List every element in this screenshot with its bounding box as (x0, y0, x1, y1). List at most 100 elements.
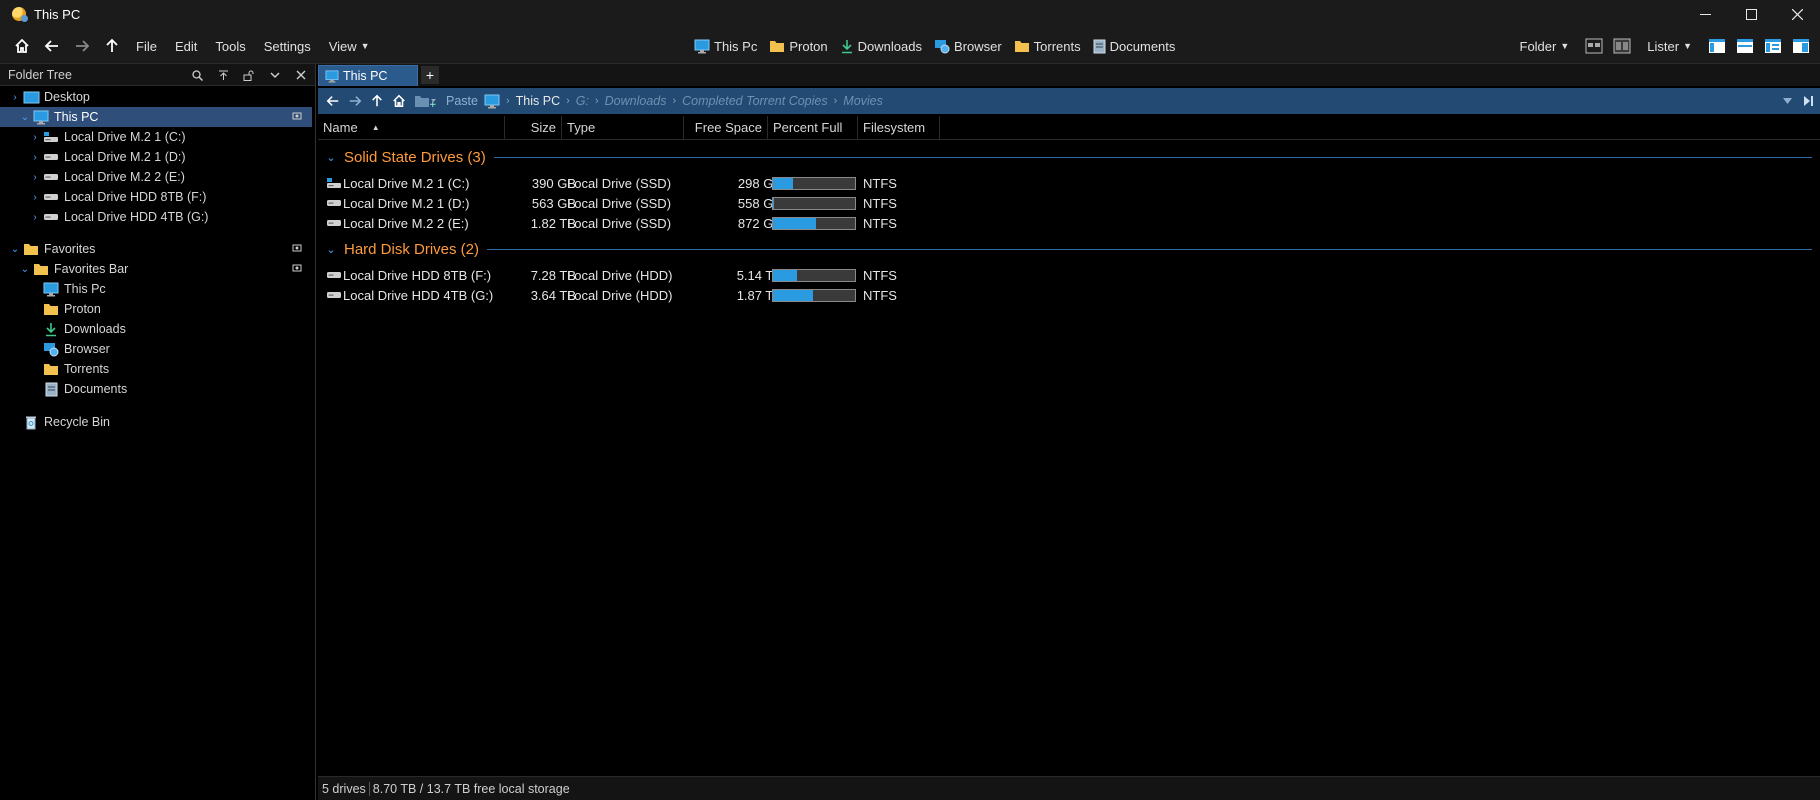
tree-item-recycle-bin[interactable]: Recycle Bin (0, 412, 312, 432)
tree-item-fav-this-pc[interactable]: This Pc (0, 279, 312, 299)
pin-icon[interactable] (292, 242, 304, 257)
tree-search-button[interactable] (187, 69, 207, 81)
chevron-right-icon[interactable]: › (28, 192, 42, 203)
breadcrumb-movies[interactable]: Movies (843, 94, 883, 108)
chevron-right-icon[interactable]: › (28, 132, 42, 143)
tree-close-button[interactable] (291, 70, 311, 80)
tree-item-fav-browser[interactable]: Browser (0, 339, 312, 359)
breadcrumb-completed-torrent-copies[interactable]: Completed Torrent Copies (682, 94, 827, 108)
percent-full-fill (773, 270, 797, 281)
new-tab-button[interactable]: + (421, 66, 439, 84)
column-header-label: Name (323, 120, 358, 135)
column-header-free-space[interactable]: Free Space (684, 115, 768, 140)
drive-filesystem: NTFS (863, 287, 897, 303)
tree-item-this-pc[interactable]: ⌄ This PC (0, 107, 312, 127)
chevron-right-icon[interactable]: › (28, 172, 42, 183)
tree-item-drive-c[interactable]: › Local Drive M.2 1 (C:) (0, 127, 312, 147)
chevron-down-icon[interactable]: ⌄ (322, 151, 340, 164)
menu-file[interactable]: File (128, 32, 165, 60)
paste-button[interactable]: Paste (446, 94, 478, 108)
maximize-button[interactable] (1728, 0, 1774, 28)
column-header-percent-full[interactable]: Percent Full (768, 115, 858, 140)
dual-pane-button[interactable] (1611, 35, 1633, 57)
tree-item-label: Favorites Bar (54, 262, 129, 276)
tree-item-drive-g[interactable]: › Local Drive HDD 4TB (G:) (0, 207, 312, 227)
drive-filesystem: NTFS (863, 267, 897, 283)
column-header-filesystem[interactable]: Filesystem (858, 115, 940, 140)
menu-settings[interactable]: Settings (256, 32, 319, 60)
back-button[interactable] (38, 32, 66, 60)
group-header-ssd[interactable]: ⌄ Solid State Drives (3) (322, 146, 1812, 168)
tree-item-desktop[interactable]: › Desktop (0, 87, 312, 107)
column-header-size[interactable]: Size (505, 115, 562, 140)
tree-lock-button[interactable] (239, 70, 259, 81)
tab-this-pc[interactable]: This PC (318, 65, 418, 86)
up-button[interactable] (98, 32, 126, 60)
folder-menu[interactable]: Folder ▼ (1512, 32, 1578, 60)
forward-button[interactable] (68, 32, 96, 60)
monitor-icon (32, 109, 50, 125)
tree-item-fav-proton[interactable]: Proton (0, 299, 312, 319)
menu-tools[interactable]: Tools (207, 32, 253, 60)
breadcrumb-g-drive[interactable]: G: (576, 94, 589, 108)
table-row[interactable]: Local Drive M.2 1 (D:) 563 GB Local Driv… (318, 193, 958, 213)
chevron-down-icon[interactable]: ⌄ (18, 264, 32, 275)
folder-menu-label: Folder (1519, 38, 1557, 54)
addr-home-button[interactable] (388, 94, 410, 108)
horizontal-split-button[interactable] (1734, 35, 1756, 57)
fav-link-torrents[interactable]: Torrents (1014, 39, 1081, 54)
fav-link-this-pc[interactable]: This Pc (694, 39, 757, 54)
tree-item-favorites[interactable]: ⌄ Favorites (0, 239, 312, 259)
layout-toggle-button[interactable] (1583, 35, 1605, 57)
history-dropdown-button[interactable] (1776, 98, 1798, 104)
pin-icon[interactable] (292, 262, 304, 277)
table-row[interactable]: Local Drive HDD 8TB (F:) 7.28 TB Local D… (318, 265, 958, 285)
home-button[interactable] (8, 32, 36, 60)
chevron-down-icon[interactable]: ⌄ (8, 244, 22, 255)
tree-options-button[interactable] (265, 71, 285, 79)
tree-item-drive-f[interactable]: › Local Drive HDD 8TB (F:) (0, 187, 312, 207)
drive-icon (42, 169, 60, 185)
tree-item-favorites-bar[interactable]: ⌄ Favorites Bar (0, 259, 312, 279)
tree-item-fav-documents[interactable]: Documents (0, 379, 312, 399)
table-row[interactable]: Local Drive HDD 4TB (G:) 3.64 TB Local D… (318, 285, 958, 305)
pin-icon[interactable] (292, 110, 304, 125)
addr-back-button[interactable] (322, 94, 344, 108)
minimize-button[interactable] (1682, 0, 1728, 28)
breadcrumb-this-pc[interactable]: This PC (516, 94, 560, 108)
table-row[interactable]: Local Drive M.2 2 (E:) 1.82 TB Local Dri… (318, 213, 958, 233)
fav-link-proton[interactable]: Proton (769, 39, 828, 54)
address-go-button[interactable] (1798, 95, 1820, 107)
tree-item-fav-downloads[interactable]: Downloads (0, 319, 312, 339)
chevron-right-icon[interactable]: › (8, 92, 22, 103)
fav-link-downloads[interactable]: Downloads (840, 39, 922, 54)
chevron-right-icon[interactable]: › (28, 212, 42, 223)
fav-link-browser[interactable]: Browser (934, 39, 1002, 54)
metadata-pane-button[interactable] (1762, 35, 1784, 57)
chevron-down-icon[interactable]: ⌄ (18, 112, 32, 123)
fav-link-documents[interactable]: Documents (1093, 39, 1175, 54)
lister-menu[interactable]: Lister ▼ (1639, 32, 1700, 60)
fav-link-label: Downloads (857, 38, 922, 54)
addr-forward-button[interactable] (344, 94, 366, 108)
table-row[interactable]: Local Drive M.2 1 (C:) 390 GB Local Driv… (318, 173, 958, 193)
viewer-pane-button[interactable] (1790, 35, 1812, 57)
column-header-type[interactable]: Type (562, 115, 684, 140)
group-header-hdd[interactable]: ⌄ Hard Disk Drives (2) (322, 238, 1812, 260)
tree-item-drive-d[interactable]: › Local Drive M.2 1 (D:) (0, 147, 312, 167)
tree-item-fav-torrents[interactable]: Torrents (0, 359, 312, 379)
breadcrumb-downloads[interactable]: Downloads (605, 94, 667, 108)
tree-item-drive-e[interactable]: › Local Drive M.2 2 (E:) (0, 167, 312, 187)
close-button[interactable] (1774, 0, 1820, 28)
favorites-toolbar: This Pc Proton Downloads Browser Torrent… (694, 28, 1175, 64)
caret-down-icon (1782, 98, 1792, 104)
chevron-right-icon[interactable]: › (28, 152, 42, 163)
chevron-down-icon[interactable]: ⌄ (322, 243, 340, 256)
addr-up-button[interactable] (366, 94, 388, 108)
tree-collapse-button[interactable] (213, 70, 233, 81)
new-folder-button[interactable]: + (410, 93, 440, 109)
menu-view[interactable]: View ▼ (321, 32, 378, 60)
menu-edit[interactable]: Edit (167, 32, 205, 60)
tree-view-button[interactable] (1706, 35, 1728, 57)
column-header-name[interactable]: Name ▲ (318, 115, 505, 140)
